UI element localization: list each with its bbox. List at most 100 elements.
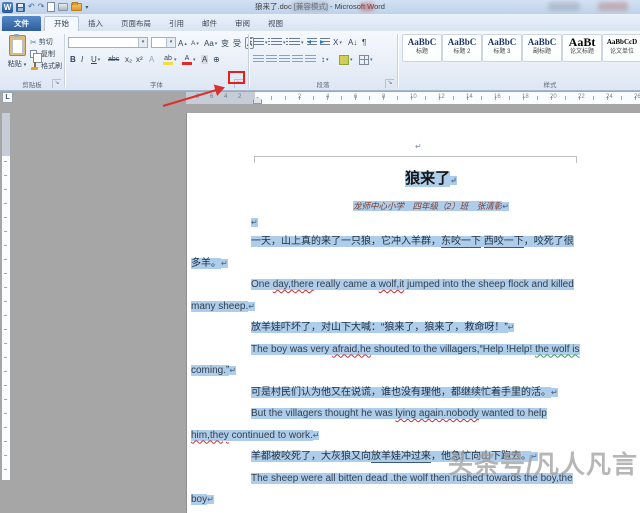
asian-layout-button-glyph: X	[333, 38, 338, 47]
bold-button[interactable]: B	[70, 53, 76, 66]
document-byline[interactable]: 龙师中心小学 四年级（2）班 张清彰↵	[191, 198, 640, 215]
ruler-number: 18	[522, 94, 529, 100]
borders-button[interactable]: ▾	[359, 53, 373, 66]
superscript-button[interactable]: x²	[136, 53, 143, 66]
paragraph[interactable]: 一天，山上真的来了一只狼，它冲入羊群，东咬一下 西咬一下，咬死了很多羊。↵	[191, 231, 581, 274]
char-shading-button[interactable]: A	[201, 53, 208, 66]
spellcheck-underlined-text: 放羊娃冲过来	[371, 451, 431, 463]
increase-indent-button[interactable]	[320, 36, 330, 49]
style-name: 标题	[403, 49, 441, 56]
paragraph[interactable]: One day,there really came a wolf,it jump…	[191, 274, 581, 317]
align-left-button[interactable]	[253, 53, 264, 66]
shading-button-dropdown-icon: ▾	[350, 57, 353, 63]
paragraph-mark: ↵	[450, 176, 457, 185]
align-center-button[interactable]	[266, 53, 277, 66]
style-论文单位[interactable]: AaBbCcD论文单位	[602, 34, 640, 62]
format-painter-button-label: 格式刷	[41, 61, 62, 71]
grow-font-button-glyph: A	[178, 39, 183, 48]
sort-button[interactable]: A↓	[348, 36, 357, 49]
spellcheck-underlined-text: lying again.nobody	[396, 408, 479, 419]
ruler-number: 14	[466, 94, 473, 100]
vertical-ruler[interactable]	[2, 113, 10, 480]
tab-引用[interactable]: 引用	[160, 16, 193, 31]
spellcheck-underlined-text: wolf,it	[379, 279, 405, 290]
underline-button-dropdown-icon: ▾	[98, 57, 101, 63]
tab-stop-selector[interactable]: L	[2, 92, 13, 103]
show-marks-button-glyph: ¶	[362, 38, 366, 47]
line-spacing-button-glyph: ↕	[321, 55, 325, 64]
asian-layout-button[interactable]: X▾	[333, 36, 342, 49]
enclose-char-button[interactable]: ⊕	[213, 53, 220, 66]
format-painter-button[interactable]: 格式刷	[30, 60, 62, 72]
paragraph-mark: ↵	[207, 495, 214, 504]
style-副标题[interactable]: AaBbC副标题	[522, 34, 562, 62]
paragraph-dialog-launcher-icon[interactable]: ↘	[385, 79, 394, 88]
font-color-button[interactable]: A▾	[182, 53, 196, 66]
shading-button[interactable]: ▾	[339, 53, 353, 66]
spellcheck-underlined-text: the wolf is	[535, 344, 579, 355]
subscript-button[interactable]: x₂	[125, 53, 132, 66]
paragraph-text: 可是村民们认为他又在说谎，谁也没有理他，都继续忙着手里的活。	[251, 387, 551, 398]
paragraph[interactable]: 可是村民们认为他又在说谎，谁也没有理他，都继续忙着手里的活。↵	[191, 382, 581, 404]
underline-button[interactable]: U▾	[91, 53, 100, 66]
clipboard-dialog-launcher-icon[interactable]: ↘	[52, 79, 61, 88]
style-标题 2[interactable]: AaBbC标题 2	[442, 34, 482, 62]
style-标题[interactable]: AaBbC标题	[402, 34, 442, 62]
align-center-icon	[266, 55, 277, 64]
tab-开始[interactable]: 开始	[44, 16, 79, 31]
cut-button[interactable]: ✂剪切	[30, 36, 62, 48]
censor-blur	[598, 2, 628, 11]
paragraph-mark: ↵	[502, 202, 509, 211]
tab-视图[interactable]: 视图	[259, 16, 292, 31]
cut-icon: ✂	[30, 38, 37, 47]
bullets-button[interactable]: ▾	[253, 36, 268, 49]
document-title[interactable]: 狼来了↵	[191, 162, 640, 198]
title-bar: W ↶ ↷ ▾ 狼来了.doc [兼容模式] - Microsoft Word	[0, 0, 640, 15]
byline-text: 龙师中心小学 四年级（2）班 张清彰	[353, 201, 502, 211]
multilevel-list-button[interactable]: ▾	[289, 36, 304, 49]
spellcheck-underlined-text: 东咬一下	[441, 236, 481, 248]
grow-font-button[interactable]: A▴	[178, 37, 187, 50]
title-text: 狼来了	[405, 171, 450, 187]
char-scale-button[interactable]: 受	[233, 37, 241, 50]
tab-审阅[interactable]: 审阅	[226, 16, 259, 31]
style-sample: AaBt	[563, 35, 601, 49]
strikethrough-button[interactable]: abc	[108, 53, 119, 66]
paste-button[interactable]: 粘贴 ▾	[4, 35, 30, 85]
tab-邮件[interactable]: 邮件	[193, 16, 226, 31]
style-name: 标题 3	[483, 49, 521, 56]
style-论文标题[interactable]: AaBt论文标题	[562, 34, 602, 62]
shrink-font-button[interactable]: A▾	[191, 37, 199, 50]
distribute-button[interactable]	[305, 53, 316, 66]
highlight-color-button[interactable]: ab▾	[163, 53, 177, 66]
text-effects-button[interactable]: A	[149, 53, 154, 66]
change-case-button[interactable]: Aa▾	[204, 37, 217, 50]
style-标题 3[interactable]: AaBbC标题 3	[482, 34, 522, 62]
paragraph[interactable]: The boy was very afraid,he shouted to th…	[191, 339, 581, 382]
font-name-combobox[interactable]: ▾	[68, 37, 148, 48]
numbering-button[interactable]: ▾	[271, 36, 286, 49]
paragraph[interactable]: 放羊娃吓坏了，对山下大喊：“狼来了，狼来了，救命呀！”↵	[191, 317, 581, 339]
italic-button[interactable]: I	[81, 53, 83, 66]
paragraph-mark: ↵	[229, 366, 236, 375]
paragraph-group: ▾▾▾X▾A↓¶ ↕▾▾▾ 段落 ↘	[249, 31, 397, 90]
justify-icon	[292, 55, 303, 64]
pinyin-guide-button[interactable]: 变	[221, 37, 229, 50]
tab-文件[interactable]: 文件	[2, 16, 41, 31]
paragraph-text: shouted to the villagers,“Help !Help!	[371, 344, 535, 355]
font-size-combobox[interactable]: ▾	[151, 37, 176, 48]
tab-strip: 文件开始插入页面布局引用邮件审阅视图	[2, 16, 292, 31]
tab-插入[interactable]: 插入	[79, 16, 112, 31]
copy-button[interactable]: 复制	[30, 48, 62, 60]
grow-font-button-dropdown-icon: ▴	[184, 41, 187, 47]
paragraph[interactable]: ↵	[191, 215, 581, 231]
line-spacing-button[interactable]: ↕▾	[321, 53, 329, 66]
tab-页面布局[interactable]: 页面布局	[112, 16, 160, 31]
paragraph[interactable]: But the villagers thought he was lying a…	[191, 403, 581, 446]
show-marks-button[interactable]: ¶	[362, 36, 366, 49]
decrease-indent-button[interactable]	[307, 36, 317, 49]
ruler-number: 20	[550, 94, 557, 100]
justify-button[interactable]	[292, 53, 303, 66]
align-right-button[interactable]	[279, 53, 290, 66]
sort-button-glyph: A↓	[348, 38, 357, 47]
